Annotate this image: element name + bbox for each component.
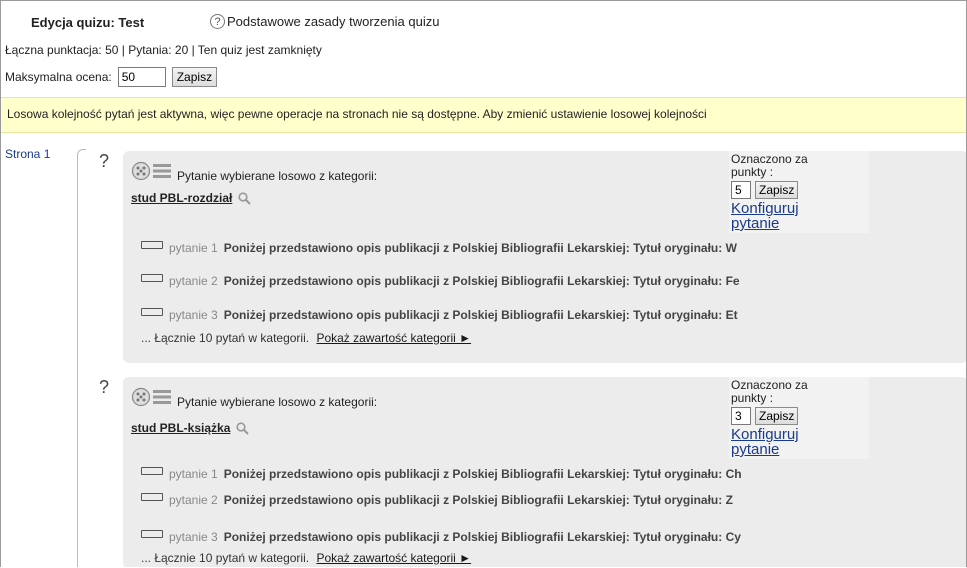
marks-input[interactable] (731, 181, 751, 199)
question-text: Poniżej przedstawiono opis publikacji z … (223, 308, 738, 322)
question-number: pytanie 2 (169, 274, 218, 288)
configure-question-link[interactable]: Konfiguruj pytanie (731, 201, 821, 231)
question-slot: ? Pytanie wybierane losowo z kategorii: … (99, 151, 966, 363)
list-item: pytanie 1 Poniżej przedstawiono opis pub… (141, 241, 737, 255)
marks-save-button[interactable]: Zapisz (755, 181, 799, 199)
list-item: pytanie 2 Poniżej przedstawiono opis pub… (141, 493, 733, 507)
category-name[interactable]: stud PBL-rozdział (131, 191, 232, 205)
show-category-link[interactable]: Pokaż zawartość kategorii ► (316, 551, 471, 565)
question-type-icon (141, 530, 163, 538)
shuffle-notice: Losowa kolejność pytań jest aktywna, wię… (1, 97, 966, 133)
random-dice-icon (131, 387, 151, 407)
show-category-link[interactable]: Pokaż zawartość kategorii ► (316, 331, 471, 345)
question-text: Poniżej przedstawiono opis publikacji z … (223, 530, 741, 544)
category-total-text: ... Łącznie 10 pytań w kategorii. (141, 331, 310, 345)
question-type-icon (141, 308, 163, 316)
random-question-panel: Pytanie wybierane losowo z kategorii: st… (123, 151, 966, 363)
shuffle-notice-text: Losowa kolejność pytań jest aktywna, wię… (7, 107, 707, 121)
marks-box: Oznaczono za punkty : Zapisz Konfiguruj … (729, 151, 869, 233)
search-icon[interactable] (238, 191, 252, 205)
question-type-icon (141, 493, 163, 501)
question-type-icon (141, 241, 163, 249)
search-icon[interactable] (236, 421, 250, 435)
marks-label: Oznaczono za punkty : (731, 152, 808, 179)
max-grade-row: Maksymalna ocena: Zapisz (5, 67, 218, 87)
category-name[interactable]: stud PBL-książka (131, 421, 230, 435)
question-slot: ? Pytanie wybierane losowo z kategorii: … (99, 377, 966, 567)
max-grade-input[interactable] (117, 67, 166, 87)
random-question-heading: Pytanie wybierane losowo z kategorii: (177, 169, 378, 183)
category-total: ... Łącznie 10 pytań w kategorii. Pokaż … (141, 331, 471, 345)
question-number: pytanie 1 (169, 467, 218, 481)
list-item: pytanie 1 Poniżej przedstawiono opis pub… (141, 467, 742, 481)
question-number: pytanie 3 (169, 530, 218, 544)
category-link[interactable]: stud PBL-książka (131, 421, 250, 435)
quiz-edit-frame: Edycja quizu: Test ? Podstawowe zasady t… (0, 0, 967, 567)
question-type-mark: ? (99, 377, 110, 397)
page-bracket (77, 149, 86, 567)
list-item: pytanie 3 Poniżej przedstawiono opis pub… (141, 530, 741, 544)
question-type-icon (141, 467, 163, 475)
max-grade-label: Maksymalna ocena: (5, 70, 112, 84)
page-title: Edycja quizu: Test (31, 15, 145, 30)
random-question-head: Pytanie wybierane losowo z kategorii: (131, 385, 377, 409)
marks-input[interactable] (731, 407, 751, 425)
question-type-mark: ? (99, 151, 110, 171)
random-question-head: Pytanie wybierane losowo z kategorii: (131, 159, 377, 183)
quiz-summary: Łączna punktacja: 50 | Pytania: 20 | Ten… (5, 43, 322, 57)
category-total-text: ... Łącznie 10 pytań w kategorii. (141, 551, 310, 565)
marks-box: Oznaczono za punkty : Zapisz Konfiguruj … (729, 377, 869, 459)
list-item: pytanie 3 Poniżej przedstawiono opis pub… (141, 308, 738, 322)
list-icon (153, 390, 171, 404)
question-circle-icon[interactable]: ? (210, 14, 225, 29)
question-number: pytanie 1 (169, 241, 218, 255)
random-question-panel: Pytanie wybierane losowo z kategorii: st… (123, 377, 966, 567)
question-number: pytanie 2 (169, 493, 218, 507)
category-total: ... Łącznie 10 pytań w kategorii. Pokaż … (141, 551, 471, 565)
question-type-icon (141, 274, 163, 282)
max-grade-save-button[interactable]: Zapisz (171, 67, 218, 87)
page-label: Strona 1 (5, 147, 51, 161)
list-icon (153, 164, 171, 178)
question-number: pytanie 3 (169, 308, 218, 322)
random-dice-icon (131, 161, 151, 181)
list-item: pytanie 2 Poniżej przedstawiono opis pub… (141, 274, 740, 288)
help-link[interactable]: ? Podstawowe zasady tworzenia quizu (210, 14, 439, 29)
help-link-label[interactable]: Podstawowe zasady tworzenia quizu (227, 14, 439, 29)
marks-label: Oznaczono za punkty : (731, 378, 808, 405)
question-text: Poniżej przedstawiono opis publikacji z … (223, 274, 740, 288)
question-text: Poniżej przedstawiono opis publikacji z … (223, 241, 737, 255)
configure-question-link[interactable]: Konfiguruj pytanie (731, 427, 821, 457)
category-link[interactable]: stud PBL-rozdział (131, 191, 252, 205)
random-question-heading: Pytanie wybierane losowo z kategorii: (177, 395, 378, 409)
question-text: Poniżej przedstawiono opis publikacji z … (223, 493, 733, 507)
question-text: Poniżej przedstawiono opis publikacji z … (223, 467, 742, 481)
marks-save-button[interactable]: Zapisz (755, 407, 799, 425)
